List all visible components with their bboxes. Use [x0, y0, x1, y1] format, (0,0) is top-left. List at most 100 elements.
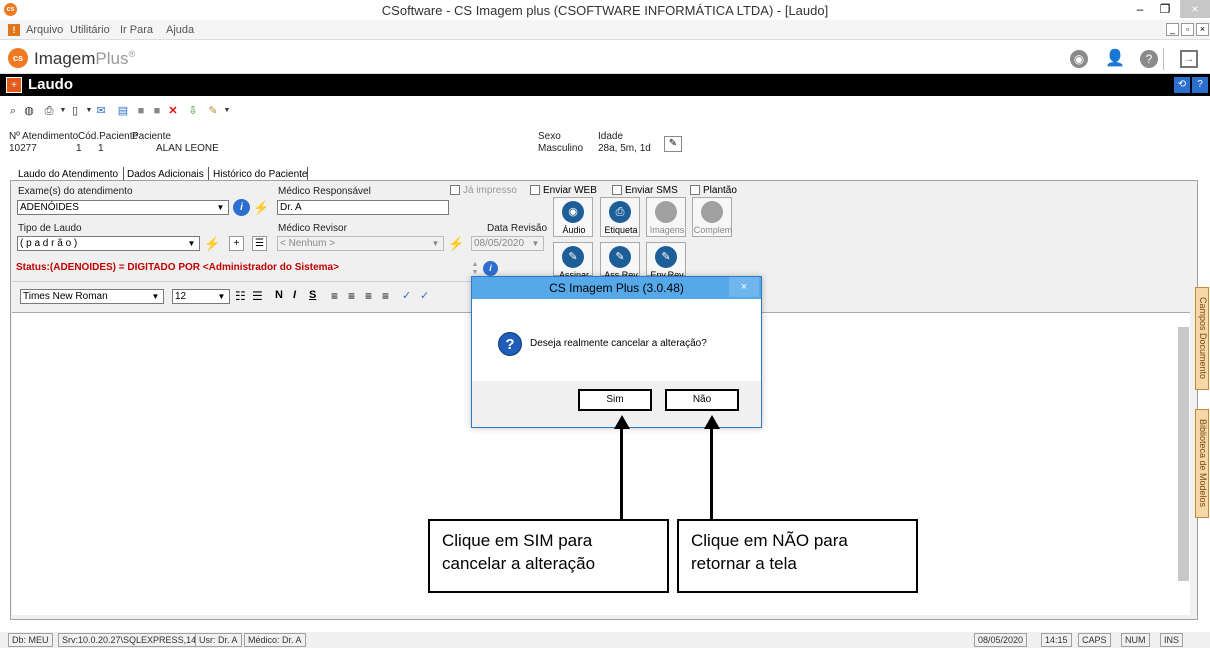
module-help-button[interactable]: ? — [1192, 77, 1208, 93]
side-tab-biblioteca-modelos[interactable]: Biblioteca de Modelos — [1195, 409, 1209, 518]
refresh-button[interactable]: ⟲ — [1174, 77, 1190, 93]
exames-label: Exame(s) do atendimento — [18, 186, 133, 197]
ass-rev-button[interactable]: ✎ Ass.Rev — [600, 242, 640, 280]
list-icon[interactable]: ▤ — [116, 104, 130, 118]
window-title: CSoftware - CS Imagem plus (CSOFTWARE IN… — [381, 3, 829, 18]
mdi-close-button[interactable]: × — [1196, 23, 1209, 36]
window-title-bar: cs CSoftware - CS Imagem plus (CSOFTWARE… — [0, 0, 1210, 20]
statusbar-server: Srv:10.0.20.27\SQLEXPRESS,1433 — [58, 633, 211, 647]
checkbox-box — [612, 185, 622, 196]
align-left-icon[interactable]: ≡ — [331, 289, 338, 303]
sexo-value: Masculino — [538, 143, 584, 154]
etiqueta-button[interactable]: ⎙ Etiqueta — [600, 197, 640, 237]
minimize-button[interactable]: – — [1128, 0, 1152, 18]
gray-square-icon[interactable]: ■ — [134, 104, 148, 118]
exit-icon[interactable]: → — [1180, 50, 1198, 68]
data-revisao-field[interactable]: 08/05/2020 ▼ — [471, 236, 544, 251]
gray-square-2-icon[interactable]: ■ — [150, 104, 164, 118]
question-icon: ? — [498, 332, 522, 356]
email-icon[interactable]: ✉ — [94, 104, 108, 118]
audio-button[interactable]: ◉ Áudio — [553, 197, 593, 237]
statusbar-medico: Médico: Dr. A — [244, 633, 306, 647]
add-button[interactable]: + — [229, 236, 244, 251]
tab-historico[interactable]: Histórico do Paciente — [213, 169, 308, 180]
mdi-restore-button[interactable]: ▫ — [1181, 23, 1194, 36]
callout-yes-line1: Clique em SIM para — [442, 531, 593, 550]
paciente-value: ALAN LEONE — [156, 143, 219, 154]
imagens-button[interactable]: Imagens — [646, 197, 686, 237]
info-icon[interactable]: i — [233, 199, 250, 216]
spellcheck-icon[interactable]: ✓ — [402, 289, 411, 302]
checkbox-enviar-sms[interactable]: Enviar SMS — [612, 185, 678, 196]
idade-label: Idade — [598, 131, 624, 142]
maximize-button[interactable]: ❐ — [1152, 0, 1178, 18]
tools-icon[interactable]: ✎ — [206, 104, 220, 118]
checkbox-box — [450, 185, 460, 196]
lightning-icon[interactable]: ⚡ — [204, 235, 221, 252]
tools-dropdown-icon[interactable]: ▼ — [220, 104, 234, 118]
checkbox-plantao[interactable]: Plantão — [690, 185, 737, 196]
dialog-close-button[interactable]: × — [729, 277, 759, 297]
medico-revisor-select[interactable]: < Nenhum > ▼ — [277, 236, 444, 251]
list-button[interactable]: ☰ — [252, 236, 267, 251]
brand-mark: ® — [128, 49, 136, 59]
callout-yes-line2: cancelar a alteração — [442, 554, 596, 573]
spellcheck-2-icon[interactable]: ✓ — [420, 289, 429, 302]
underline-button[interactable]: S — [309, 289, 316, 301]
editor-scrollbar[interactable] — [1178, 327, 1189, 581]
chevron-down-icon: ▼ — [187, 239, 196, 248]
print-icon[interactable]: ⎙ — [42, 104, 56, 118]
align-right-icon[interactable]: ≡ — [365, 289, 372, 303]
status-scroll-icon[interactable]: ▲ ▼ — [470, 261, 480, 277]
checkbox-enviar-web[interactable]: Enviar WEB — [530, 185, 597, 196]
menu-arquivo[interactable]: Arquivo — [26, 24, 63, 36]
globe-small-icon[interactable]: ◍ — [22, 104, 36, 118]
medico-revisor-label: Médico Revisor — [278, 223, 347, 234]
align-justify-icon[interactable]: ≡ — [382, 289, 389, 303]
align-center-icon[interactable]: ≡ — [348, 289, 355, 303]
tipo-laudo-select[interactable]: ( p a d r ã o ) ▼ — [17, 236, 200, 251]
statusbar-date: 08/05/2020 — [974, 633, 1028, 647]
medico-responsavel-field[interactable]: Dr. A — [277, 200, 449, 215]
checkbox-box — [530, 185, 540, 196]
font-select[interactable]: Times New Roman ▼ — [20, 289, 164, 304]
font-size-select[interactable]: 12 ▼ — [172, 289, 230, 304]
globe-icon[interactable]: ◉ — [1070, 50, 1088, 68]
document-icon[interactable]: ▯ — [68, 104, 82, 118]
close-button[interactable]: × — [1180, 0, 1210, 18]
help-icon[interactable]: ? — [1140, 50, 1158, 68]
callout-no: Clique em NÃO para retornar a tela — [677, 519, 918, 593]
checkbox-label: Plantão — [703, 185, 737, 196]
checkbox-label: Enviar WEB — [543, 185, 597, 196]
menu-utilitario[interactable]: Utilitário — [70, 24, 110, 36]
tab-dados-adicionais[interactable]: Dados Adicionais — [127, 169, 204, 180]
assinar-button[interactable]: ✎ Assinar — [553, 242, 593, 280]
atendimento-value: 10277 — [9, 143, 37, 154]
checkbox-label: Já impresso — [463, 185, 517, 196]
confirm-dialog: CS Imagem Plus (3.0.48) × ? Deseja realm… — [471, 276, 762, 428]
tab-laudo[interactable]: Laudo do Atendimento — [18, 169, 118, 180]
status-info-icon[interactable]: i — [483, 261, 498, 276]
env-rev-button[interactable]: ✎ Env.Rev — [646, 242, 686, 280]
download-icon[interactable]: ⇩ — [186, 104, 200, 118]
chevron-down-icon: ▼ — [216, 203, 225, 212]
bold-button[interactable]: N — [275, 289, 283, 301]
dialog-no-button[interactable]: Não — [665, 389, 739, 411]
side-tab-campos-documento[interactable]: Campos Documento — [1195, 287, 1209, 390]
delete-icon[interactable]: ✕ — [166, 104, 180, 118]
menu-ir-para[interactable]: Ir Para — [120, 24, 153, 36]
edit-patient-icon[interactable]: ✎ — [664, 136, 682, 152]
italic-button[interactable]: I — [293, 289, 296, 301]
dialog-yes-button[interactable]: Sim — [578, 389, 652, 411]
binoculars-icon[interactable]: ⌕ — [6, 104, 20, 118]
mdi-minimize-button[interactable]: _ — [1166, 23, 1179, 36]
user-icon[interactable]: 👤 — [1105, 50, 1125, 68]
menu-ajuda[interactable]: Ajuda — [166, 24, 194, 36]
bullet-list-icon[interactable]: ☷ — [235, 289, 246, 303]
checkbox-ja-impresso[interactable]: Já impresso — [450, 185, 517, 196]
lightning-icon[interactable]: ⚡ — [253, 199, 270, 216]
numbered-list-icon[interactable]: ☰ — [252, 289, 263, 303]
exames-select[interactable]: ADENÓIDES ▼ — [17, 200, 229, 215]
complem-button[interactable]: Complem — [692, 197, 732, 237]
font-size-value: 12 — [175, 291, 187, 302]
